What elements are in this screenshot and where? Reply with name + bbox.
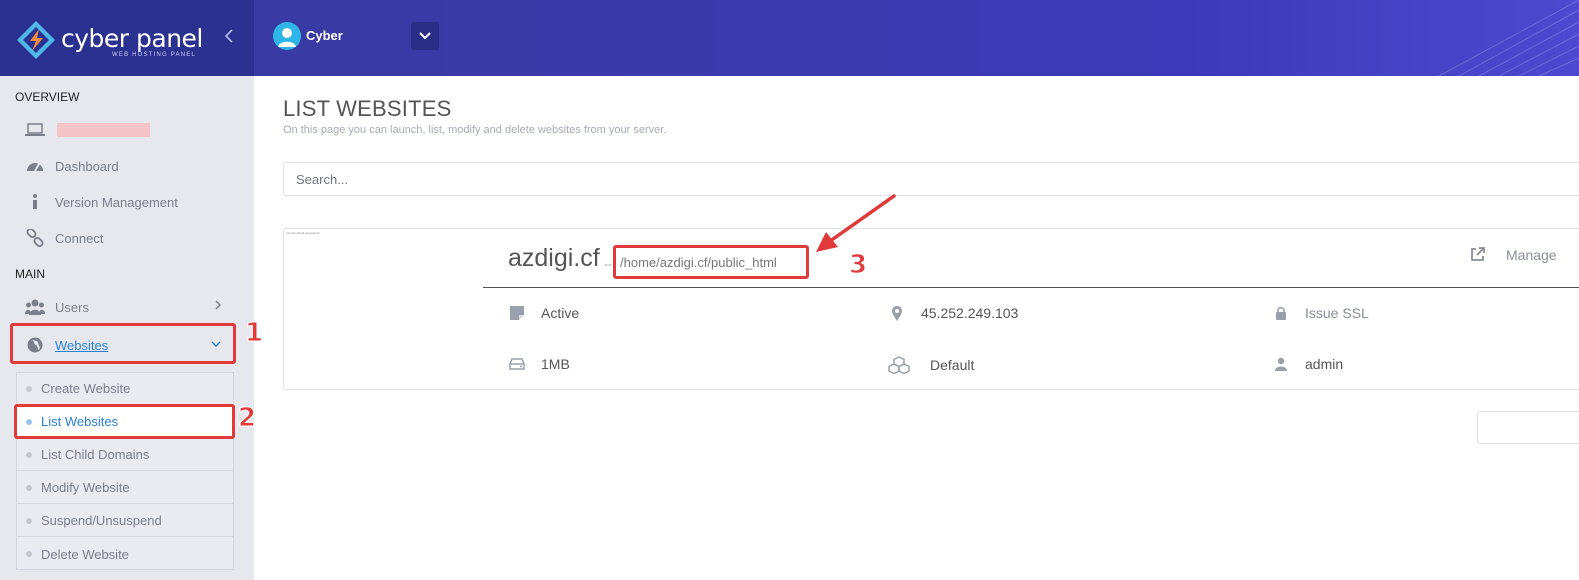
page-description: On this page you can launch, list, modif… bbox=[283, 124, 667, 136]
search-input[interactable] bbox=[283, 162, 1579, 196]
bullet-icon bbox=[26, 484, 32, 491]
bullet-icon bbox=[26, 517, 32, 524]
submenu-suspend-unsuspend[interactable]: Suspend/Unsuspend bbox=[17, 505, 233, 537]
bullet-icon bbox=[26, 451, 32, 458]
websites-submenu: Create Website List Websites List Child … bbox=[16, 372, 234, 570]
website-owner: admin bbox=[1272, 356, 1343, 372]
user-name[interactable]: Cyber bbox=[306, 28, 343, 43]
issue-ssl-link[interactable]: Issue SSL bbox=[1272, 305, 1369, 321]
website-status: Active bbox=[508, 305, 579, 321]
top-bar: Cyber bbox=[254, 0, 1579, 76]
brand-header: cyber panel WEB HOSTING PANEL bbox=[0, 0, 254, 76]
user-menu-button[interactable] bbox=[411, 22, 439, 50]
submenu-list-child-domains[interactable]: List Child Domains bbox=[17, 439, 233, 471]
external-link-icon[interactable] bbox=[1470, 246, 1486, 267]
map-marker-icon bbox=[888, 305, 906, 321]
highlight-box-document-root bbox=[613, 245, 809, 279]
topbar-decoration bbox=[1438, 0, 1579, 76]
sidebar-collapse-chevron-left-icon[interactable] bbox=[224, 27, 234, 48]
sidebar-heading-overview: OVERVIEW bbox=[15, 90, 80, 104]
submenu-modify-website[interactable]: Modify Website bbox=[17, 472, 233, 504]
submenu-create-website[interactable]: Create Website bbox=[17, 373, 233, 405]
manage-link[interactable]: Manage bbox=[1506, 247, 1557, 263]
highlight-box-list-websites bbox=[14, 404, 235, 439]
sidebar-heading-main: MAIN bbox=[15, 267, 45, 281]
bullet-icon bbox=[26, 551, 32, 557]
path-separator: -- bbox=[604, 257, 612, 271]
sidebar-item-version-management[interactable]: Version Management bbox=[24, 190, 224, 214]
dashboard-icon bbox=[24, 158, 46, 174]
submenu-delete-website[interactable]: Delete Website bbox=[17, 538, 233, 570]
hdd-icon bbox=[508, 358, 526, 370]
website-domain[interactable]: azdigi.cf bbox=[508, 244, 600, 273]
sidebar-item-connect[interactable]: Connect bbox=[24, 226, 224, 250]
info-icon bbox=[24, 194, 46, 210]
redacted-hostname bbox=[57, 123, 150, 137]
pagination-select[interactable] bbox=[1477, 411, 1579, 444]
cubes-icon bbox=[888, 356, 910, 374]
laptop-icon bbox=[24, 123, 46, 137]
sidebar-item-label: Version Management bbox=[55, 194, 178, 210]
annotation-step-1: 1 bbox=[244, 318, 264, 349]
page-title: LIST WEBSITES bbox=[283, 96, 452, 121]
chevron-down-icon bbox=[419, 32, 431, 40]
website-package: Default bbox=[888, 356, 974, 374]
highlight-box-websites bbox=[10, 323, 236, 364]
website-disk-usage: 1MB bbox=[508, 356, 570, 372]
user-icon bbox=[1272, 357, 1290, 371]
brand-tagline: WEB HOSTING PANEL bbox=[112, 52, 196, 58]
card-divider bbox=[483, 287, 1579, 288]
users-icon bbox=[24, 299, 46, 315]
sidebar-item-label: Users bbox=[55, 299, 89, 315]
website-ip: 45.252.249.103 bbox=[888, 305, 1018, 321]
lock-icon bbox=[1272, 306, 1290, 320]
link-icon bbox=[24, 229, 46, 247]
chevron-right-icon bbox=[214, 299, 222, 314]
annotation-step-2: 2 bbox=[237, 403, 257, 434]
website-thumbnail: (no thumbnail generated) bbox=[286, 231, 320, 235]
sidebar-item-server[interactable] bbox=[24, 118, 224, 142]
sidebar-item-label: Connect bbox=[55, 230, 104, 246]
user-avatar[interactable] bbox=[273, 22, 301, 50]
brand-name: cyber panel bbox=[61, 24, 203, 53]
sidebar-item-dashboard[interactable]: Dashboard bbox=[24, 154, 224, 178]
annotation-arrow-icon bbox=[816, 194, 896, 252]
sticky-note-icon bbox=[508, 306, 526, 320]
website-card: (no thumbnail generated) azdigi.cf -- /h… bbox=[283, 228, 1579, 390]
user-icon bbox=[278, 28, 296, 47]
bullet-icon bbox=[26, 385, 32, 392]
sidebar-item-users[interactable]: Users bbox=[24, 295, 224, 319]
cyberpanel-logo-icon bbox=[17, 21, 55, 59]
sidebar-item-label: Dashboard bbox=[55, 158, 119, 174]
